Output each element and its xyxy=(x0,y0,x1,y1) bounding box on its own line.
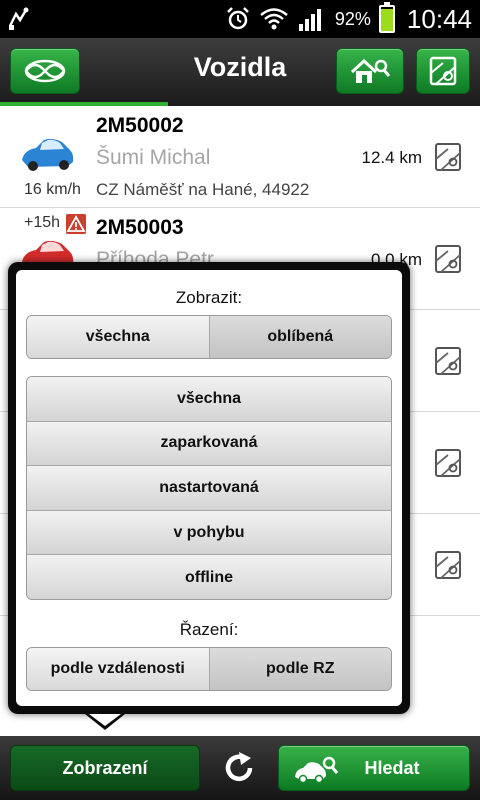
state-filter-list: všechna zaparkovaná nastartovaná v pohyb… xyxy=(26,376,392,600)
filter-popup: Zobrazit: všechna oblíbená všechna zapar… xyxy=(8,262,410,714)
bottom-bar: Zobrazení Hledat xyxy=(0,736,480,800)
page-title: Vozidla xyxy=(193,52,287,82)
state-option-all[interactable]: všechna xyxy=(27,377,391,422)
show-segmented-control: všechna oblíbená xyxy=(26,315,392,359)
clock: 10:44 xyxy=(406,3,472,34)
map-icon[interactable] xyxy=(434,142,462,172)
title-bar: Vozidla xyxy=(0,38,480,106)
state-option-parked[interactable]: zaparkovaná xyxy=(27,421,391,467)
state-option-moving[interactable]: v pohybu xyxy=(27,510,391,556)
vehicle-distance: 12.4 km xyxy=(361,148,422,167)
refresh-icon[interactable] xyxy=(222,751,256,785)
status-bar: 92% 10:44 xyxy=(0,0,480,38)
vehicle-driver: Šumi Michal xyxy=(96,146,211,169)
show-option-all[interactable]: všechna xyxy=(27,316,209,358)
car-search-icon xyxy=(295,756,339,783)
map-icon[interactable] xyxy=(434,448,462,478)
vehicle-address: CZ Náměšť na Hané, 44922 xyxy=(96,180,310,199)
popup-caret xyxy=(85,714,125,730)
usb-debug-icon xyxy=(8,7,29,30)
filter-popup-panel: Zobrazit: všechna oblíbená všechna zapar… xyxy=(16,270,402,706)
vehicle-row[interactable]: 2M50002 Šumi Michal 12.4 km 16 km/h CZ N… xyxy=(0,106,480,208)
state-option-offline[interactable]: offline xyxy=(27,555,391,599)
display-button-label: Zobrazení xyxy=(62,757,148,778)
car-icon xyxy=(22,138,74,171)
search-button-label: Hledat xyxy=(364,757,420,778)
home-search-icon xyxy=(350,58,391,83)
battery-percent: 92% xyxy=(334,8,371,29)
vehicle-age: +15h xyxy=(24,214,61,231)
battery-icon xyxy=(378,2,395,33)
signal-icon xyxy=(298,9,321,31)
map-icon[interactable] xyxy=(434,244,462,274)
map-icon xyxy=(429,56,457,86)
sort-by-distance[interactable]: podle vzdálenosti xyxy=(27,648,209,690)
map-button[interactable] xyxy=(416,48,470,94)
map-icon[interactable] xyxy=(434,346,462,376)
sort-by-plate[interactable]: podle RZ xyxy=(208,648,391,690)
map-icon[interactable] xyxy=(434,550,462,580)
wifi-icon xyxy=(260,8,288,30)
state-option-started[interactable]: nastartovaná xyxy=(27,466,391,511)
display-button[interactable]: Zobrazení xyxy=(10,745,200,791)
show-label: Zobrazit: xyxy=(175,288,243,307)
vehicle-speed: 16 km/h xyxy=(24,181,81,198)
warning-icon xyxy=(66,214,86,234)
show-option-favorites[interactable]: oblíbená xyxy=(208,316,391,358)
search-button[interactable]: Hledat xyxy=(278,745,470,791)
vehicle-plate: 2M50003 xyxy=(96,216,184,239)
alarm-icon xyxy=(227,7,249,30)
vehicle-plate: 2M50002 xyxy=(96,114,184,137)
sort-segmented-control: podle vzdálenosti podle RZ xyxy=(26,647,392,691)
home-search-button[interactable] xyxy=(336,48,404,94)
sort-label: Řazení: xyxy=(179,620,239,639)
